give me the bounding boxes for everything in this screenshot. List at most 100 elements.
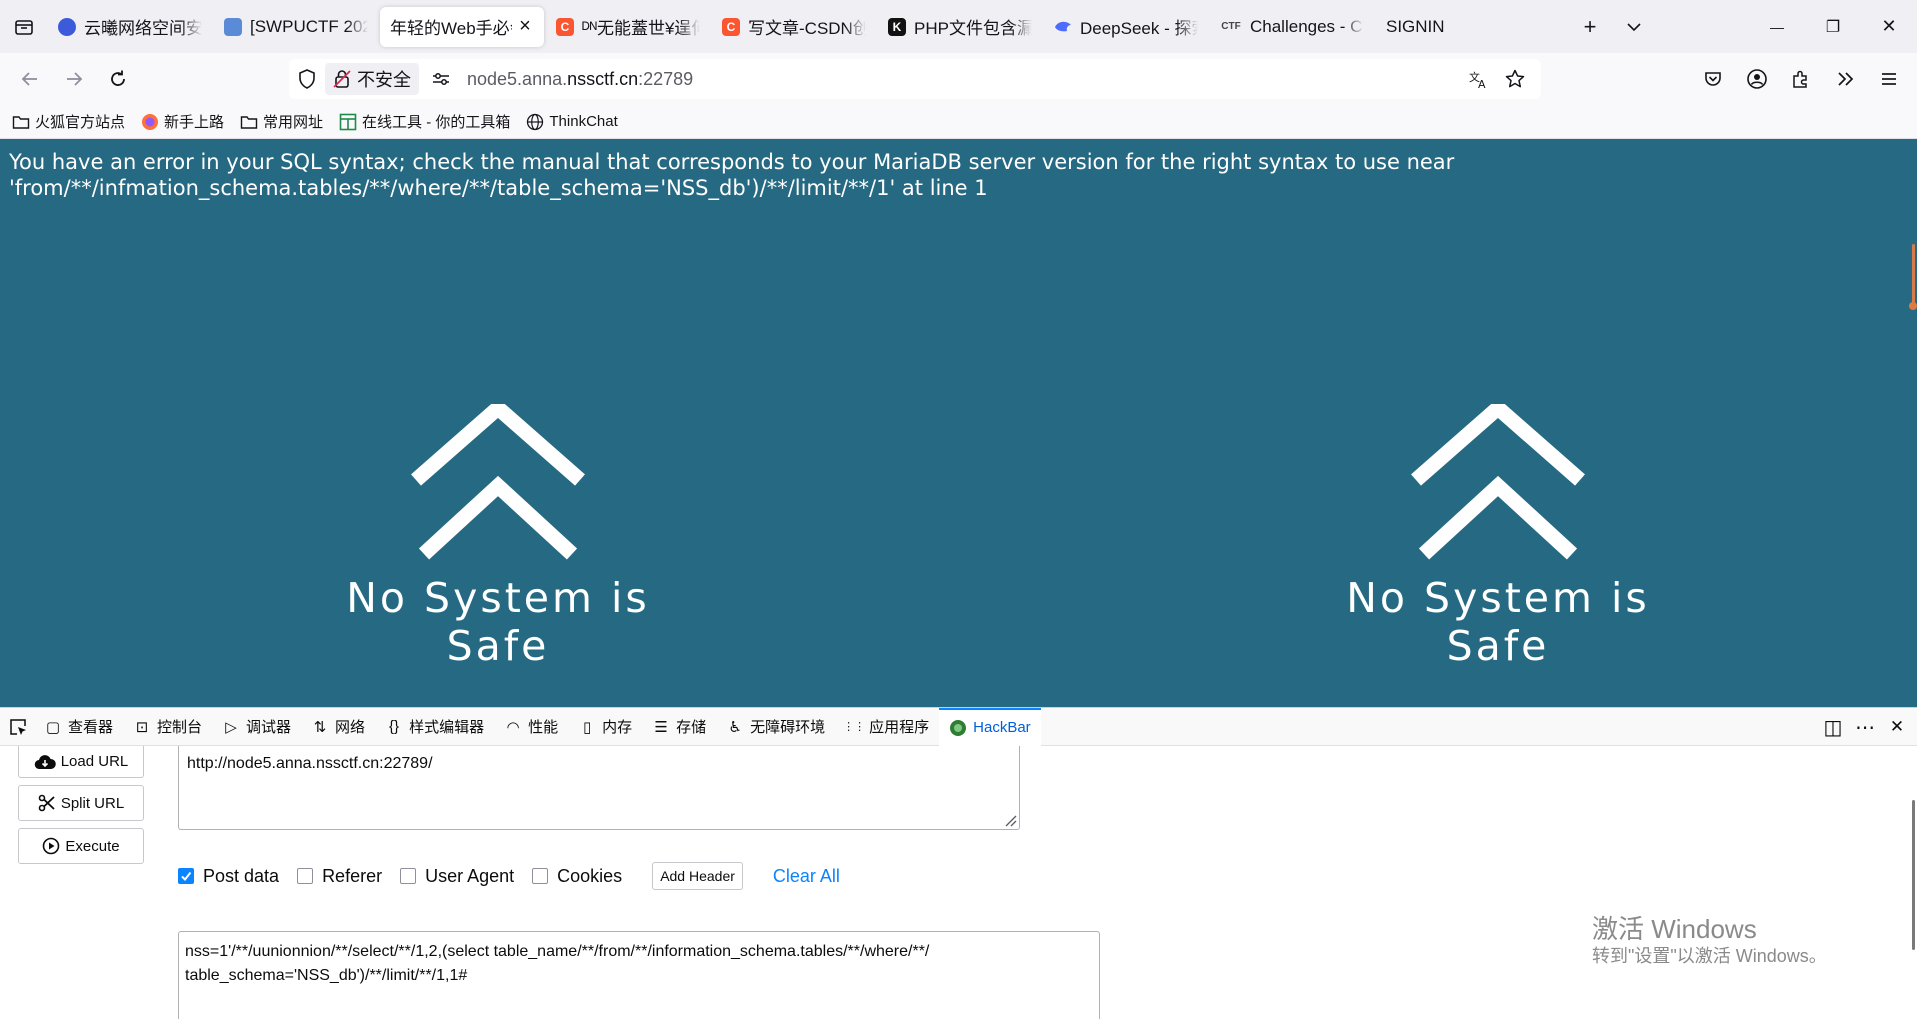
- sql-error-message: You have an error in your SQL syntax; ch…: [9, 150, 1455, 200]
- tab-deepseek[interactable]: DeepSeek - 探索: [1044, 7, 1208, 47]
- list-all-tabs-button[interactable]: [1612, 0, 1656, 53]
- tab-challenges[interactable]: CTF Challenges - CTF: [1210, 7, 1374, 47]
- puzzle-icon: [1793, 70, 1807, 88]
- devtools-tab-debugger[interactable]: ▷ 调试器: [212, 708, 301, 746]
- page-scrollbar[interactable]: [1909, 244, 1917, 310]
- bookmark-star-button[interactable]: [1497, 59, 1533, 99]
- tab-label: 云曦网络空间安全: [84, 19, 202, 38]
- devtools-tab-storage[interactable]: ☰ 存储: [642, 708, 716, 746]
- devtools-tab-label: 性能: [528, 719, 559, 736]
- double-chevron-right-icon: [1838, 72, 1854, 86]
- bookmark-item[interactable]: 常用网址: [240, 111, 323, 132]
- deepseek-favicon-icon: [1054, 18, 1072, 36]
- devtools-tab-network[interactable]: ⇅ 网络: [301, 708, 375, 746]
- hackbar-options: Post data Referer User Agent Cookies Add…: [178, 861, 840, 891]
- window-close-button[interactable]: ✕: [1861, 0, 1917, 53]
- cookies-checkbox[interactable]: Cookies: [532, 866, 622, 887]
- cookies-label: Cookies: [557, 865, 623, 886]
- devtools-tab-application[interactable]: ⋮⋮ 应用程序: [835, 708, 939, 746]
- tab-label: Challenges - CTF: [1250, 16, 1364, 36]
- devtools-tab-label: 网络: [335, 719, 366, 736]
- firefox-view-button[interactable]: [0, 0, 48, 53]
- extensions-button[interactable]: [1779, 57, 1823, 101]
- double-chevron-up-logo-icon: [1411, 404, 1585, 560]
- connection-not-secure-button[interactable]: 不安全: [325, 63, 419, 95]
- forward-button[interactable]: [52, 57, 96, 101]
- tracking-protection-button[interactable]: [289, 59, 325, 99]
- tab-strip: 云曦网络空间安全 [SWPUCTF 2022 年轻的Web手必会 × C ᴰᴺ无…: [0, 0, 1917, 53]
- pocket-button[interactable]: [1691, 57, 1735, 101]
- devtools-tab-console[interactable]: ⊡ 控制台: [123, 708, 212, 746]
- devtools-toolbar: ▢ 查看器 ⊡ 控制台 ▷ 调试器 ⇅ 网络 {} 样式编辑器 ◠ 性能 ▯ 内存 ☰ 存储 ♿…: [0, 707, 1917, 746]
- network-icon: ⇅: [313, 718, 327, 736]
- execute-button[interactable]: Execute: [18, 828, 144, 864]
- navigation-toolbar: 不安全 node5.anna.nssctf.cn:22789 文A: [0, 53, 1917, 105]
- tab-csdn-1[interactable]: C ᴰᴺ无能蓋世¥逞何: [546, 7, 710, 47]
- element-picker-button[interactable]: [0, 708, 34, 746]
- new-tab-button[interactable]: +: [1568, 0, 1612, 53]
- devtools-tab-hackbar[interactable]: HackBar: [939, 707, 1041, 746]
- account-button[interactable]: [1735, 57, 1779, 101]
- bookmark-item[interactable]: 在线工具 - 你的工具箱: [339, 111, 510, 132]
- split-url-button[interactable]: Split URL: [18, 785, 144, 821]
- bookmark-label: 新手上路: [164, 114, 225, 131]
- bookmark-item[interactable]: 新手上路: [141, 111, 224, 132]
- checkbox-icon: [400, 868, 417, 884]
- url-host: nssctf.cn: [567, 68, 639, 89]
- bookmark-item[interactable]: ThinkChat: [526, 113, 618, 131]
- translate-button[interactable]: 文A: [1461, 59, 1497, 99]
- user-agent-checkbox[interactable]: User Agent: [400, 866, 514, 887]
- app-menu-button[interactable]: [1867, 57, 1911, 101]
- tab-php[interactable]: K PHP文件包含漏洞: [878, 7, 1042, 47]
- tab-yunxi[interactable]: 云曦网络空间安全: [48, 7, 212, 47]
- minimize-button[interactable]: —: [1749, 0, 1805, 53]
- close-icon: ✕: [1881, 16, 1897, 36]
- restore-button[interactable]: ❐: [1805, 0, 1861, 53]
- devtools-more-button[interactable]: ⋯: [1849, 708, 1881, 746]
- dock-icon: ◫: [1823, 716, 1843, 739]
- arrow-right-icon: [67, 72, 83, 86]
- tab-swpuctf[interactable]: [SWPUCTF 2022: [214, 7, 378, 47]
- devtools-tab-label: 调试器: [246, 719, 292, 736]
- scrollbar-thumb[interactable]: [1912, 244, 1915, 304]
- tab-csdn-2[interactable]: C 写文章-CSDN创作: [712, 7, 876, 47]
- add-header-button[interactable]: Add Header: [652, 862, 743, 890]
- resize-grip-icon[interactable]: [1003, 813, 1017, 827]
- devtools-panel: ▢ 查看器 ⊡ 控制台 ▷ 调试器 ⇅ 网络 {} 样式编辑器 ◠ 性能 ▯ 内存 ☰ 存储 ♿…: [0, 707, 1917, 1019]
- permissions-button[interactable]: [423, 59, 459, 99]
- referer-checkbox[interactable]: Referer: [297, 866, 382, 887]
- devtools-tab-accessibility[interactable]: ♿ 无障碍环境: [716, 708, 835, 746]
- storage-icon: ☰: [654, 718, 668, 736]
- referer-label: Referer: [322, 865, 383, 886]
- url-bar[interactable]: 不安全 node5.anna.nssctf.cn:22789 文A: [289, 59, 1541, 99]
- toolbox-icon: [339, 113, 357, 131]
- tab-close-icon[interactable]: ×: [516, 15, 534, 38]
- back-button[interactable]: [8, 57, 52, 101]
- load-url-button[interactable]: Load URL: [18, 746, 144, 778]
- security-label: 不安全: [357, 70, 411, 90]
- hackbar-url-textarea[interactable]: http://node5.anna.nssctf.cn:22789/: [178, 746, 1020, 830]
- url-text[interactable]: node5.anna.nssctf.cn:22789: [467, 69, 693, 90]
- devtools-tab-label: 无障碍环境: [750, 719, 826, 736]
- hackbar-post-body-textarea[interactable]: nss=1'/**/uunionnion/**/select/**/1,2,(s…: [178, 931, 1100, 1019]
- post-data-checkbox[interactable]: Post data: [178, 866, 279, 887]
- accessibility-icon: ♿: [728, 718, 742, 736]
- tab-active-web[interactable]: 年轻的Web手必会 ×: [380, 6, 544, 47]
- devtools-scrollbar[interactable]: [1912, 800, 1915, 950]
- clear-all-link[interactable]: Clear All: [773, 866, 840, 887]
- dock-toggle-button[interactable]: ◫: [1817, 708, 1849, 746]
- devtools-tab-label: 内存: [602, 719, 633, 736]
- overflow-button[interactable]: [1823, 57, 1867, 101]
- devtools-tab-label: 应用程序: [869, 719, 930, 736]
- tab-signin[interactable]: SIGNIN: [1376, 7, 1466, 47]
- devtools-tab-performance[interactable]: ◠ 性能: [494, 708, 568, 746]
- devtools-close-button[interactable]: ✕: [1881, 708, 1913, 746]
- cloud-download-icon: [34, 754, 56, 769]
- devtools-tab-inspector[interactable]: ▢ 查看器: [34, 708, 123, 746]
- devtools-tab-style-editor[interactable]: {} 样式编辑器: [375, 708, 494, 746]
- reload-button[interactable]: [96, 57, 140, 101]
- devtools-tab-memory[interactable]: ▯ 内存: [568, 708, 642, 746]
- bookmark-item[interactable]: 火狐官方站点: [12, 111, 125, 132]
- nssctf-favicon-icon: [224, 17, 242, 36]
- checkbox-icon: [532, 868, 549, 884]
